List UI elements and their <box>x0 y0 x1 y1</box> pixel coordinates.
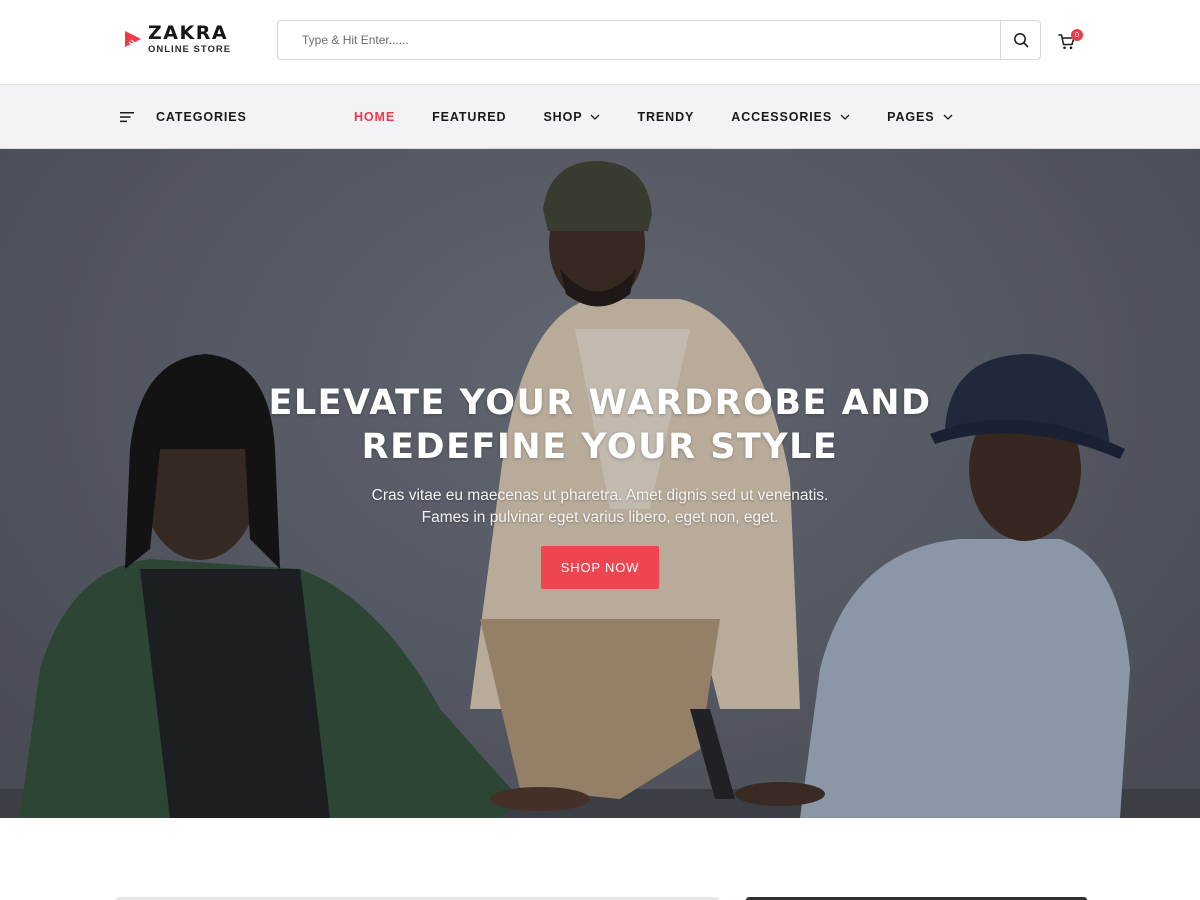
site-logo[interactable]: ZAKRA ONLINE STORE <box>122 24 231 55</box>
brand-name: ZAKRA <box>148 22 229 44</box>
search-bar <box>277 20 1041 60</box>
shop-now-button[interactable]: SHOP NOW <box>541 546 659 589</box>
categories-label: CATEGORIES <box>156 109 247 124</box>
chevron-down-icon <box>591 114 600 120</box>
nav-item-pages[interactable]: PAGES <box>887 110 952 124</box>
chevron-down-icon <box>840 114 850 120</box>
nav-item-label: PAGES <box>887 109 935 124</box>
brand-tagline: ONLINE STORE <box>148 44 232 55</box>
nav-item-home[interactable]: HOME <box>354 110 395 124</box>
nav-item-accessories[interactable]: ACCESSORIES <box>731 110 850 124</box>
nav-item-label: HOME <box>354 109 396 124</box>
nav-item-shop[interactable]: SHOP <box>543 110 600 124</box>
search-input[interactable] <box>278 21 1000 59</box>
site-header: ZAKRA ONLINE STORE 0 <box>0 0 1200 85</box>
hero-title-line: REDEFINE YOUR STYLE <box>361 427 839 467</box>
chevron-down-icon <box>943 114 952 120</box>
nav-item-label: TRENDY <box>637 109 695 124</box>
search-button[interactable] <box>1000 21 1040 59</box>
cart-button[interactable]: 0 <box>1056 29 1086 53</box>
primary-menu: HOME FEATURED SHOP TRENDY ACCESSORIES PA… <box>354 85 990 148</box>
nav-item-label: SHOP <box>543 109 583 124</box>
nav-item-label: FEATURED <box>432 109 507 124</box>
hero-banner: ELEVATE YOUR WARDROBE AND REDEFINE YOUR … <box>0 149 1200 818</box>
hero-title-line: ELEVATE YOUR WARDROBE AND <box>268 383 932 423</box>
hero-title: ELEVATE YOUR WARDROBE AND REDEFINE YOUR … <box>0 381 1200 469</box>
logo-play-icon <box>125 31 141 48</box>
categories-toggle[interactable]: CATEGORIES <box>120 85 247 148</box>
main-navigation: CATEGORIES HOME FEATURED SHOP TRENDY ACC… <box>0 85 1200 149</box>
hero-subtitle: Cras vitae eu maecenas ut pharetra. Amet… <box>0 485 1200 529</box>
nav-item-trendy[interactable]: TRENDY <box>637 110 694 124</box>
nav-item-featured[interactable]: FEATURED <box>432 110 506 124</box>
hero-content: ELEVATE YOUR WARDROBE AND REDEFINE YOUR … <box>0 381 1200 589</box>
hero-subtitle-line: Cras vitae eu maecenas ut pharetra. Amet… <box>371 487 829 504</box>
search-icon <box>1013 33 1028 48</box>
cart-count-badge: 0 <box>1071 29 1083 41</box>
content-section <box>0 818 1200 900</box>
menu-lines-icon <box>120 111 134 122</box>
nav-item-label: ACCESSORIES <box>731 109 833 124</box>
hero-subtitle-line: Fames in pulvinar eget varius libero, eg… <box>421 509 779 526</box>
